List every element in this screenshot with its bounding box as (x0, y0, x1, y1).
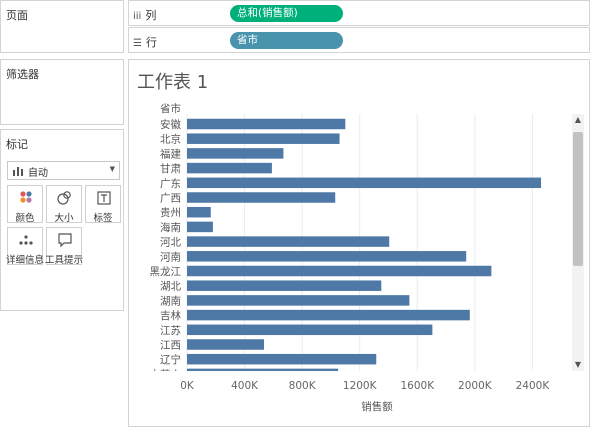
tooltip-label: 工具提示 (44, 255, 83, 266)
category-label: 辽宁 (160, 353, 181, 366)
mark-type-dropdown[interactable]: 自动 ▼ (7, 161, 120, 180)
vertical-scrollbar[interactable]: ▲ ▼ (572, 114, 584, 371)
bar[interactable] (187, 324, 433, 336)
x-tick-label: 2400K (516, 380, 551, 392)
category-label: 福建 (160, 147, 181, 160)
rows-pill[interactable]: 省市 (230, 32, 343, 49)
filters-panel[interactable]: 筛选器 (0, 59, 124, 125)
bar[interactable] (187, 309, 470, 321)
marks-title: 标记 (6, 138, 28, 151)
size-button[interactable]: 大小 (46, 185, 82, 224)
detail-button[interactable]: 详细信息 (5, 227, 44, 266)
bar[interactable] (187, 162, 272, 174)
bar[interactable] (187, 265, 492, 277)
label-button[interactable]: 标签 (85, 185, 121, 224)
category-label: 贵州 (160, 206, 181, 219)
x-axis-title: 销售额 (361, 400, 393, 413)
pages-title: 页面 (6, 9, 28, 22)
color-label: 颜色 (15, 213, 35, 224)
detail-icon (19, 235, 33, 245)
size-label: 大小 (54, 213, 74, 224)
bar-chart: 省市安徽北京福建甘肃广东广西贵州海南河北河南黑龙江湖北湖南吉林江苏江西辽宁内蒙古… (150, 102, 551, 413)
bar[interactable] (187, 118, 346, 130)
rows-shelf[interactable]: ☰ 行 省市 (128, 27, 590, 53)
columns-shelf[interactable]: iii 列 总和(销售额) (128, 0, 590, 26)
category-label: 吉林 (160, 309, 181, 322)
x-tick-label: 400K (231, 380, 259, 392)
mark-type-label: 自动 (28, 168, 48, 179)
category-label: 北京 (160, 133, 181, 146)
category-label: 黑龙江 (150, 265, 182, 278)
category-label: 甘肃 (160, 162, 181, 175)
category-label: 江西 (160, 340, 181, 352)
bar[interactable] (187, 236, 390, 247)
marks-panel: 标记 自动 ▼ 颜色 大小 标签 详细信息 工具提示 (0, 129, 124, 311)
bar[interactable] (187, 368, 339, 380)
rows-label: 行 (145, 36, 157, 49)
label-icon (97, 191, 111, 205)
category-label: 广东 (160, 177, 181, 190)
bar[interactable] (187, 280, 382, 291)
bar[interactable] (187, 251, 467, 262)
x-tick-label: 2000K (458, 380, 493, 392)
category-label: 安徽 (160, 118, 181, 131)
x-tick-label: 1200K (343, 380, 378, 392)
bar[interactable] (187, 339, 264, 350)
category-label: 湖北 (160, 281, 181, 293)
columns-label: 列 (145, 9, 157, 22)
x-tick-label: 800K (289, 380, 317, 392)
auto-bar-icon (13, 167, 23, 176)
bar[interactable] (187, 192, 336, 203)
bar[interactable] (187, 353, 377, 365)
filters-title: 筛选器 (6, 68, 39, 81)
category-label: 河南 (160, 250, 181, 263)
scroll-up-icon[interactable]: ▲ (572, 114, 584, 126)
columns-pill[interactable]: 总和(销售额) (230, 5, 343, 22)
row-header-label: 省市 (160, 102, 181, 115)
bar[interactable] (187, 295, 410, 306)
columns-icon: iii (133, 11, 142, 22)
scroll-down-icon[interactable]: ▼ (572, 359, 584, 371)
tooltip-icon (58, 233, 72, 248)
x-tick-label: 0K (180, 380, 195, 392)
tooltip-button[interactable]: 工具提示 (44, 227, 83, 266)
bar[interactable] (187, 133, 340, 144)
category-label: 广西 (160, 193, 181, 205)
bar[interactable] (187, 177, 542, 189)
label-label: 标签 (93, 213, 113, 224)
category-label: 内蒙古 (150, 368, 182, 381)
rows-icon: ☰ (133, 38, 142, 49)
pages-panel: 页面 (0, 0, 124, 53)
color-icon (20, 191, 32, 203)
bar[interactable] (187, 221, 213, 233)
bar[interactable] (187, 206, 211, 218)
category-label: 江苏 (160, 324, 181, 337)
size-icon (57, 191, 71, 205)
bar[interactable] (187, 148, 284, 159)
x-tick-label: 1600K (400, 380, 435, 392)
category-label: 海南 (160, 221, 181, 234)
category-label: 湖南 (160, 294, 181, 307)
color-button[interactable]: 颜色 (7, 185, 43, 224)
category-label: 河北 (160, 237, 181, 249)
detail-label: 详细信息 (5, 255, 44, 266)
worksheet: 工作表 1 省市 安徽 北京 福建 甘肃 广东 广西 贵州 海南 河北 河南 黑龙江 湖北 湖南 吉林 江苏江… (128, 59, 590, 427)
chevron-down-icon: ▼ (109, 165, 115, 173)
scroll-thumb[interactable] (573, 132, 583, 266)
